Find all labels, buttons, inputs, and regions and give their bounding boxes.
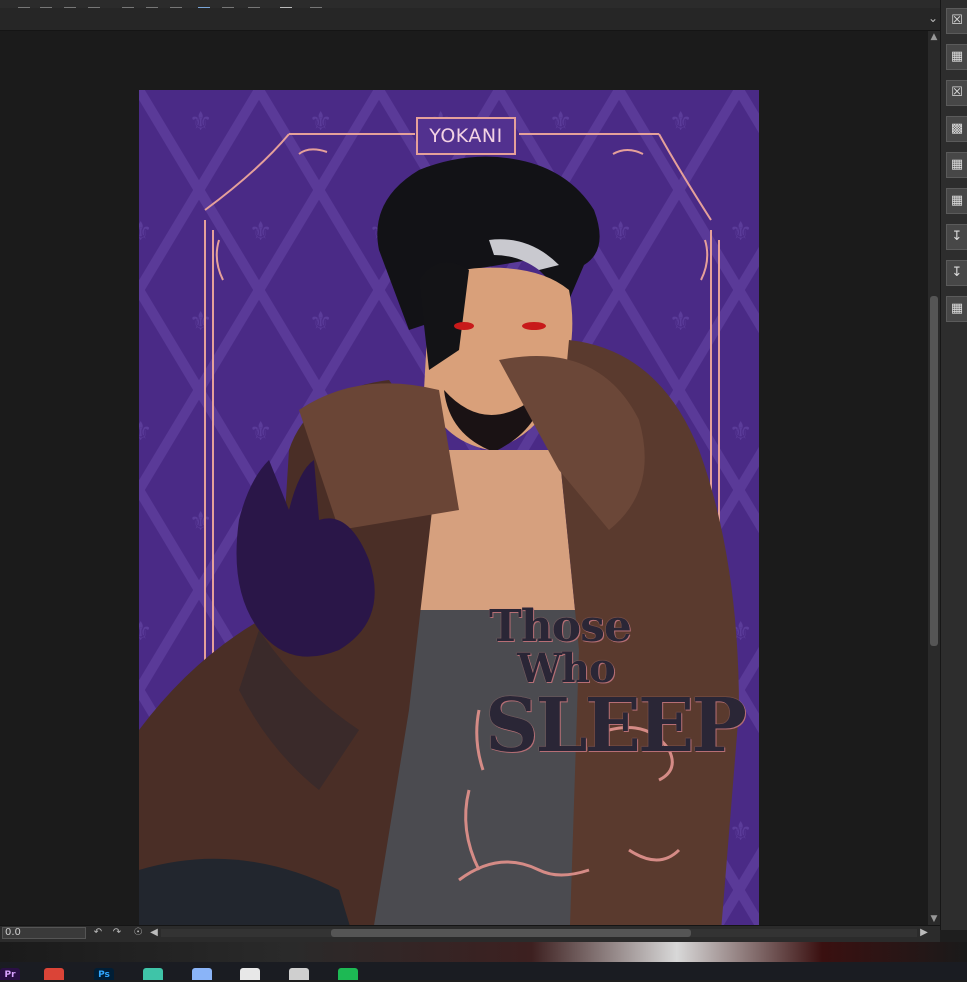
transform-icon[interactable] [88,0,100,8]
tool-icon[interactable] [143,968,163,980]
zoom-field[interactable]: 0.0 [2,927,86,939]
download-icon[interactable]: ↧ [946,260,967,286]
grid-move-icon[interactable]: ▦ [946,188,967,214]
artwork-canvas[interactable]: ⚜ ⚜ ⚜ [139,90,759,956]
scroll-down-icon[interactable]: ▼ [928,913,940,925]
close-layer-icon[interactable]: ☒ [946,80,967,106]
selection-icon[interactable] [146,0,158,8]
selection-icon[interactable] [170,0,182,8]
layer-tools-panel: ☒ ▦ ☒ ▩ ▦ ▦ ↧ ↧ ▦ [940,0,967,930]
spotify-icon[interactable] [338,968,358,980]
book-title-logo: Those Who SLEEP [485,601,747,764]
grid-icon[interactable]: ▦ [946,296,967,322]
document-icon[interactable] [240,968,260,980]
layer-icon[interactable] [280,0,292,8]
artwork-illustration: ⚜ ⚜ ⚜ [139,90,759,956]
grid-icon[interactable]: ▦ [946,44,967,70]
reset-view-icon[interactable]: ☉ [132,927,144,939]
selection-icon[interactable] [122,0,134,8]
grid-icon[interactable]: ▦ [946,152,967,178]
artist-name-badge: YOKANI [416,117,516,155]
taskbar: Pr Ps [0,962,967,980]
scroll-thumb[interactable] [930,296,938,646]
app-icon[interactable] [289,968,309,980]
download-icon[interactable]: ↧ [946,224,967,250]
top-toolbar [0,0,940,8]
vertical-scrollbar[interactable]: ▲ ▼ [928,31,940,925]
globe-icon[interactable] [192,968,212,980]
canvas-area[interactable]: ⚜ ⚜ ⚜ [0,31,928,956]
horizontal-scrollbar[interactable] [161,929,917,937]
fill-icon[interactable] [64,0,76,8]
photoshop-icon[interactable]: Ps [94,968,114,980]
checker-icon[interactable]: ▩ [946,116,967,142]
ruler-icon[interactable] [198,0,210,8]
logo-line-1: Those [489,601,632,652]
rotate-right-icon[interactable]: ↷ [111,927,123,939]
scroll-left-icon[interactable]: ◀ [148,927,160,939]
chrome-icon[interactable] [44,968,64,980]
desktop-background [0,942,967,962]
logo-line-3: SLEEP [485,683,747,769]
scroll-up-icon[interactable]: ▲ [928,31,940,43]
rotate-left-icon[interactable]: ↶ [92,927,104,939]
ruler-icon[interactable] [248,0,260,8]
settings-icon[interactable] [18,0,30,8]
scroll-right-icon[interactable]: ▶ [918,927,930,939]
chevron-down-icon[interactable]: ⌄ [928,11,938,25]
canvas-status-bar: 0.0 ↶ ↷ ☉ ◀ ▶ [0,925,940,942]
comment-icon[interactable] [310,0,322,8]
close-layer-icon[interactable]: ☒ [946,8,967,34]
tab-bar: ⌄ [0,8,940,31]
hscroll-thumb[interactable] [331,929,691,937]
ruler-icon[interactable] [222,0,234,8]
premiere-icon[interactable]: Pr [0,968,20,980]
tool-icon[interactable] [40,0,52,8]
